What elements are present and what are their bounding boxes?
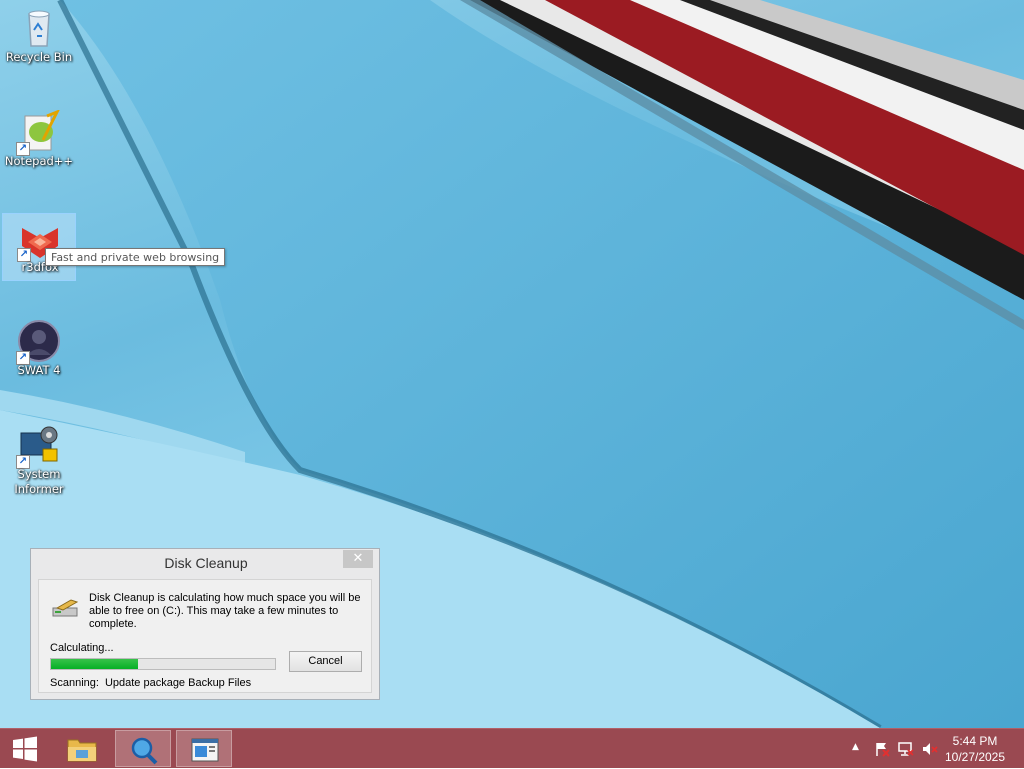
volume-muted-icon[interactable] xyxy=(922,741,938,757)
start-button[interactable] xyxy=(0,730,50,767)
progress-bar xyxy=(50,658,276,670)
folder-icon xyxy=(67,739,97,762)
desktop-icon-system-informer[interactable]: ↗ System Informer xyxy=(2,421,76,505)
disk-cleanup-icon xyxy=(191,738,219,762)
scanning-item: Update package Backup Files xyxy=(104,677,252,689)
taskbar-file-explorer[interactable] xyxy=(54,730,110,767)
cancel-button[interactable]: Cancel xyxy=(289,651,362,672)
desktop-icon-r3dfox[interactable]: ↗ r3dfox xyxy=(2,213,76,281)
magnifier-icon xyxy=(131,737,158,765)
desktop-icon-label: Recycle Bin xyxy=(5,50,73,64)
desktop[interactable]: Recycle Bin ↗ Notepad++ ↗ r3dfox ↗ SWAT … xyxy=(0,0,1024,728)
progress-fill xyxy=(51,659,139,669)
clock-date: 10/27/2025 xyxy=(944,750,1006,764)
taskbar-search-app[interactable] xyxy=(115,730,171,767)
disk-cleanup-icon xyxy=(52,599,79,617)
network-icon[interactable] xyxy=(898,741,914,757)
desktop-icon-label: SWAT 4 xyxy=(17,363,61,377)
system-tray: ▲ xyxy=(850,729,940,769)
taskbar-clock[interactable]: 5:44 PM 10/27/2025 xyxy=(940,733,1010,765)
desktop-icon-swat4[interactable]: ↗ SWAT 4 xyxy=(2,317,76,385)
desktop-icon-notepad-plus-plus[interactable]: ↗ Notepad++ xyxy=(2,108,76,176)
status-text: Calculating... xyxy=(50,642,114,654)
desktop-icon-label: Notepad++ xyxy=(4,154,74,168)
windows-start-icon xyxy=(13,736,37,762)
scanning-status: Scanning: Update package Backup Files xyxy=(50,677,251,689)
show-hidden-icons-button[interactable]: ▲ xyxy=(852,742,859,752)
taskbar-disk-cleanup[interactable] xyxy=(176,730,232,767)
desktop-icon-recycle-bin[interactable]: Recycle Bin xyxy=(2,4,76,72)
close-button[interactable]: ✕ xyxy=(343,550,373,568)
r3dfox-tooltip: Fast and private web browsing xyxy=(45,248,226,266)
recycle-bin-icon xyxy=(28,10,50,47)
dialog-body: Disk Cleanup is calculating how much spa… xyxy=(38,579,372,693)
taskbar: ▲ 5:44 PM 10/27/2025 xyxy=(0,728,1024,768)
clock-time: 5:44 PM xyxy=(952,734,998,748)
dialog-title: Disk Cleanup xyxy=(164,555,248,571)
disk-cleanup-dialog[interactable]: Disk Cleanup ✕ Disk Cleanup is calculati… xyxy=(30,548,380,700)
dialog-message: Disk Cleanup is calculating how much spa… xyxy=(89,592,361,630)
scanning-label: Scanning: xyxy=(50,677,99,689)
desktop-icon-label: System Informer xyxy=(14,467,64,496)
action-center-flag-icon[interactable] xyxy=(874,741,890,757)
